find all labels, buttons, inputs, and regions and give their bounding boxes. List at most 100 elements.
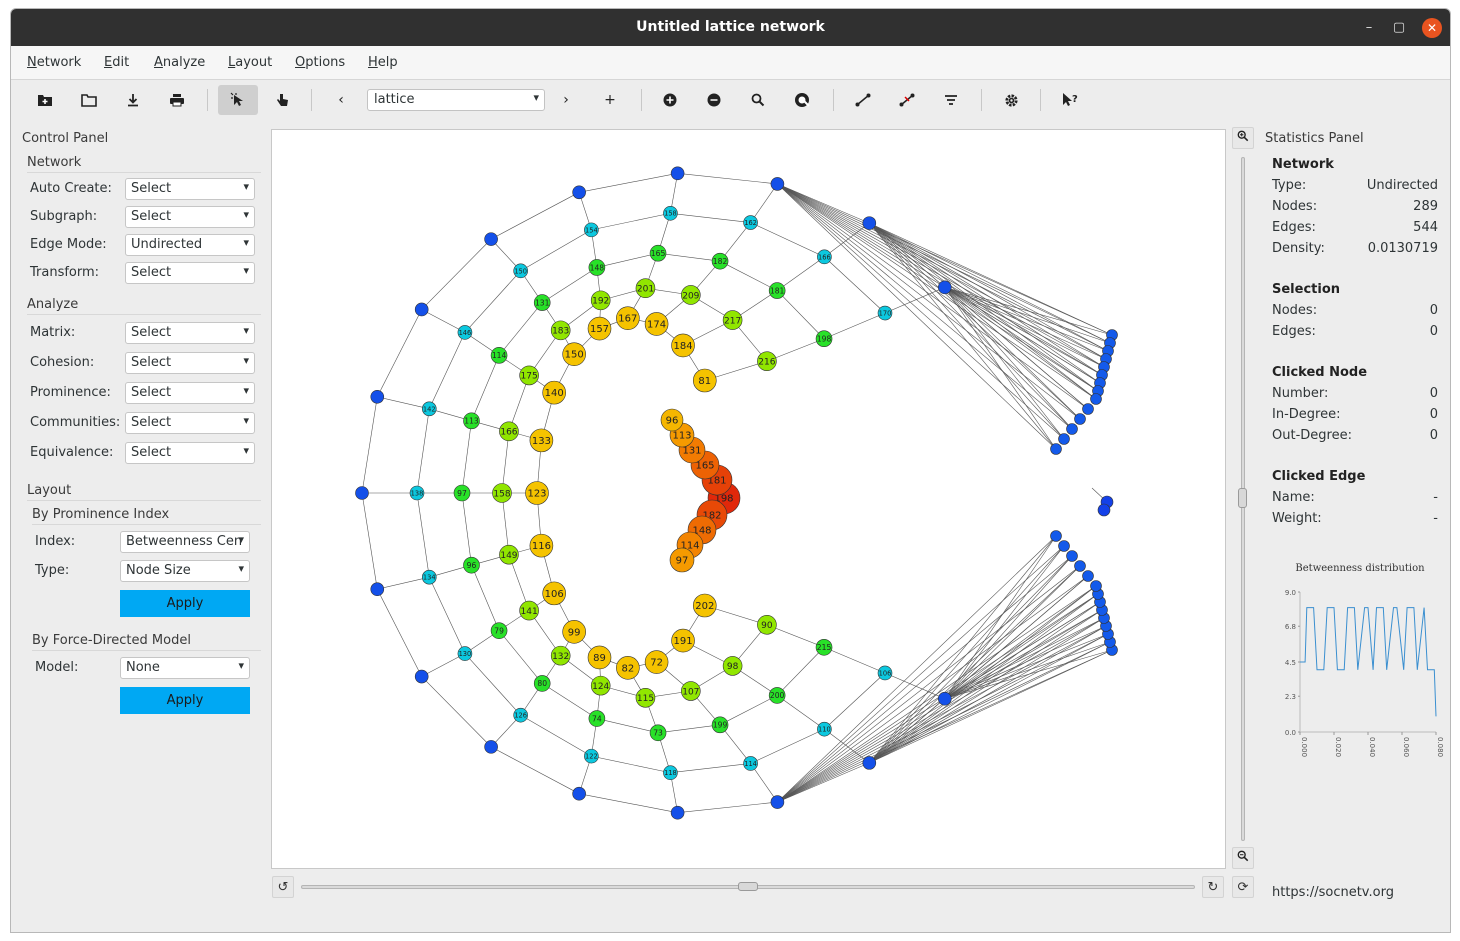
graph-node[interactable] — [414, 302, 429, 317]
relation-combobox[interactable]: lattice ▾ — [367, 89, 545, 111]
graph-edge — [777, 641, 1111, 803]
graph-node[interactable] — [770, 795, 785, 809]
graph-node[interactable] — [370, 389, 385, 404]
graph-node-label: 97 — [457, 489, 467, 498]
apply-prominence-button[interactable]: Apply — [120, 590, 250, 617]
edge-mode-select[interactable]: Undirected ▾ — [125, 234, 255, 256]
rotation-slider-handle[interactable] — [738, 882, 758, 891]
zoom-slider[interactable] — [1238, 157, 1247, 841]
minimize-button[interactable]: – — [1359, 18, 1379, 38]
graph-node-label: 113 — [464, 417, 479, 426]
reset-view-icon[interactable]: ⟳ — [1232, 876, 1254, 898]
filter-edges-icon[interactable] — [931, 85, 971, 115]
graph-node[interactable] — [355, 486, 369, 500]
graph-node[interactable] — [1066, 423, 1078, 435]
graph-node[interactable] — [1074, 413, 1086, 425]
hand-pointer-icon[interactable] — [262, 85, 302, 115]
zoom-slider-handle[interactable] — [1238, 488, 1247, 508]
graph-node[interactable] — [670, 166, 685, 181]
graph-node[interactable] — [1082, 403, 1094, 415]
graph-edge — [944, 287, 1099, 392]
graph-node-label: 142 — [423, 405, 436, 413]
node-properties-icon[interactable] — [782, 85, 822, 115]
graph-node[interactable] — [414, 669, 429, 684]
zoom-in-icon[interactable] — [1232, 127, 1254, 149]
menu-layout[interactable]: Layout — [228, 55, 272, 70]
graph-node-label: 148 — [590, 263, 605, 272]
matrix-select[interactable]: Select ▾ — [125, 322, 255, 344]
add-node-icon[interactable] — [650, 85, 690, 115]
model-select[interactable]: None ▾ — [120, 657, 250, 679]
graph-node[interactable] — [370, 582, 385, 597]
add-edge-icon[interactable] — [843, 85, 883, 115]
graph-canvas[interactable]: 170 166 162 158 154 150 146 142 138 134 130 126 122 1… — [271, 129, 1226, 869]
graph-node[interactable] — [670, 805, 685, 820]
prominence-select[interactable]: Select ▾ — [125, 382, 255, 404]
graph-node[interactable] — [1074, 560, 1086, 572]
graph-node-label: 114 — [744, 760, 757, 768]
communities-select[interactable]: Select ▾ — [125, 412, 255, 434]
graph-node[interactable] — [1090, 580, 1102, 592]
graph-node[interactable] — [1058, 540, 1070, 552]
app-window: Untitled lattice network – ▢ ✕ Network E… — [10, 8, 1451, 933]
graph-node[interactable] — [1097, 503, 1111, 517]
graph-node[interactable] — [1050, 443, 1062, 455]
graph-node[interactable] — [484, 740, 498, 754]
graph-edge — [421, 676, 492, 748]
graph-node[interactable] — [937, 280, 952, 295]
graph-edge — [377, 589, 422, 677]
graph-node[interactable] — [1082, 570, 1094, 582]
cohesion-select[interactable]: Select ▾ — [125, 352, 255, 374]
graph-node-label: 202 — [695, 601, 714, 612]
graph-node[interactable] — [1090, 393, 1102, 405]
graph-edge — [944, 585, 1097, 699]
maximize-button[interactable]: ▢ — [1389, 18, 1409, 38]
apply-force-button[interactable]: Apply — [120, 687, 250, 714]
remove-edge-icon[interactable] — [887, 85, 927, 115]
rotate-right-icon[interactable]: ↻ — [1202, 876, 1224, 898]
graph-node[interactable] — [770, 177, 785, 191]
next-relation-icon[interactable]: › — [546, 85, 586, 115]
menu-edit[interactable]: Edit — [104, 55, 129, 70]
graph-node[interactable] — [484, 232, 498, 246]
menu-network[interactable]: Network — [27, 55, 81, 70]
graph-node[interactable] — [572, 185, 586, 200]
select-pointer-icon[interactable] — [218, 85, 258, 115]
transform-select[interactable]: Select ▾ — [125, 262, 255, 284]
graph-node[interactable] — [862, 216, 877, 230]
graph-node[interactable] — [572, 786, 586, 801]
close-button[interactable]: ✕ — [1422, 18, 1442, 38]
menu-help[interactable]: Help — [368, 55, 398, 70]
find-node-icon[interactable] — [738, 85, 778, 115]
graph-node[interactable] — [862, 756, 877, 770]
graph-edge — [542, 683, 598, 719]
graph-node[interactable] — [1050, 530, 1062, 542]
network-graph[interactable]: 170 166 162 158 154 150 146 142 138 134 130 126 122 1… — [272, 130, 1227, 870]
zoom-out-icon[interactable] — [1232, 847, 1254, 869]
print-icon[interactable] — [157, 85, 197, 115]
whats-this-help-icon[interactable]: ? — [1050, 85, 1090, 115]
type-select[interactable]: Node Size ▾ — [120, 560, 250, 582]
settings-gear-icon[interactable] — [991, 85, 1031, 115]
graph-node[interactable] — [937, 691, 952, 706]
equivalence-select[interactable]: Select ▾ — [125, 442, 255, 464]
remove-node-icon[interactable] — [694, 85, 734, 115]
previous-relation-icon[interactable]: ‹ — [321, 85, 361, 115]
add-relation-icon[interactable]: + — [590, 85, 630, 115]
new-network-icon[interactable] — [25, 85, 65, 115]
open-folder-icon[interactable] — [69, 85, 109, 115]
save-download-icon[interactable] — [113, 85, 153, 115]
graph-edge — [944, 545, 1065, 699]
socnetv-url-link[interactable]: https://socnetv.org — [1272, 885, 1394, 900]
rotate-left-icon[interactable]: ↺ — [272, 876, 294, 898]
menu-analyze[interactable]: Analyze — [154, 55, 205, 70]
index-select[interactable]: Betweenness Cen ▾ — [120, 531, 250, 553]
auto-create-select[interactable]: Select ▾ — [125, 178, 255, 200]
graph-node[interactable] — [1066, 550, 1078, 562]
stats-indegree-value: 0 — [1429, 407, 1438, 422]
rotation-slider[interactable] — [301, 882, 1195, 891]
chevron-down-icon: ▾ — [238, 659, 244, 672]
subgraph-select[interactable]: Select ▾ — [125, 206, 255, 228]
menu-options[interactable]: Options — [295, 55, 345, 70]
graph-node[interactable] — [1058, 433, 1070, 445]
